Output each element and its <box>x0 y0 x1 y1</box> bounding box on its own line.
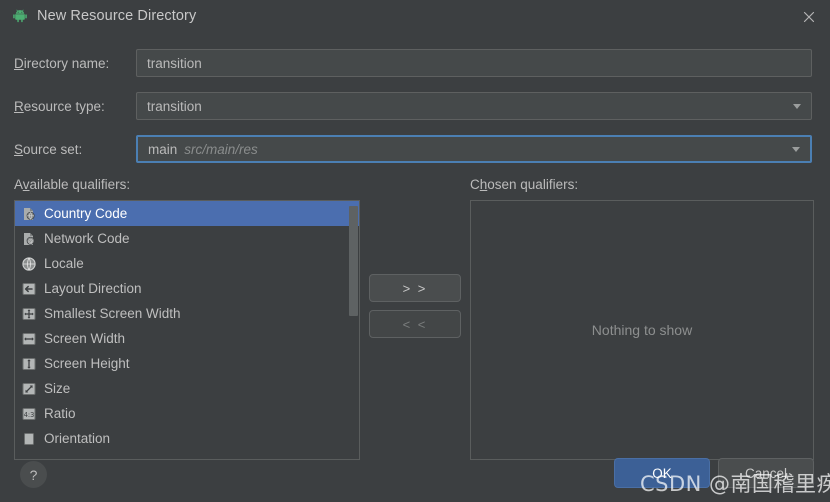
size-icon <box>21 381 37 397</box>
source-set-row: Source set: main src/main/res <box>0 134 830 164</box>
android-robot-icon <box>12 8 28 24</box>
resource-type-row: Resource type: transition <box>0 91 830 121</box>
chosen-qualifiers-label: Chosen qualifiers: <box>470 177 579 192</box>
qualifier-label: Locale <box>44 256 84 271</box>
close-icon[interactable] <box>798 6 820 28</box>
qualifier-label: Smallest Screen Width <box>44 306 181 321</box>
smallest-screen-width-icon <box>21 306 37 322</box>
available-qualifiers-list[interactable]: Country Code @ Network Code Locale Layout Di… <box>14 200 360 460</box>
chosen-qualifiers-panel[interactable]: Nothing to show <box>470 200 814 460</box>
qualifier-list-item[interactable]: Country Code <box>15 201 359 226</box>
qualifier-label: Network Code <box>44 231 130 246</box>
qualifier-label: Screen Width <box>44 331 126 346</box>
source-set-value: main <box>148 141 178 157</box>
qualifier-list-item[interactable]: Orientation <box>15 426 359 451</box>
qualifier-label: Ratio <box>44 406 76 421</box>
locale-globe-icon <box>21 256 37 272</box>
chevron-down-icon <box>792 147 800 152</box>
title-bar: New Resource Directory <box>0 0 830 32</box>
qualifier-label: Size <box>44 381 71 396</box>
available-list-scrollbar[interactable] <box>349 202 358 459</box>
qualifier-label: Country Code <box>44 206 128 221</box>
screen-height-icon <box>21 356 37 372</box>
available-qualifiers-label: Available qualifiers: <box>14 177 131 192</box>
network-code-icon: @ <box>21 231 37 247</box>
qualifier-list-item[interactable]: Smallest Screen Width <box>15 301 359 326</box>
qualifier-list-item[interactable]: Screen Width <box>15 326 359 351</box>
qualifier-list-item[interactable]: @ Network Code <box>15 226 359 251</box>
qualifier-label: Screen Height <box>44 356 130 371</box>
source-set-dropdown[interactable]: main src/main/res <box>136 135 812 163</box>
directory-name-input[interactable]: transition <box>136 49 812 77</box>
layout-direction-icon <box>21 281 37 297</box>
qualifier-label: Layout Direction <box>44 281 142 296</box>
scrollbar-thumb[interactable] <box>349 206 358 316</box>
directory-name-value: transition <box>147 55 202 71</box>
screen-width-icon <box>21 331 37 347</box>
window-title: New Resource Directory <box>37 8 197 24</box>
ok-button[interactable]: OK <box>614 458 710 488</box>
cancel-button[interactable]: Cancel <box>718 458 814 488</box>
orientation-icon <box>21 431 37 447</box>
remove-qualifier-button[interactable]: < < <box>369 310 461 338</box>
empty-state-text: Nothing to show <box>591 322 693 338</box>
qualifier-list-item[interactable]: Layout Direction <box>15 276 359 301</box>
qualifier-list-item[interactable]: 4:3 Ratio <box>15 401 359 426</box>
qualifier-list-item[interactable]: Locale <box>15 251 359 276</box>
help-button[interactable]: ? <box>20 461 47 488</box>
svg-text:4:3: 4:3 <box>24 411 35 419</box>
resource-type-label: Resource type: <box>14 98 105 114</box>
source-set-label: Source set: <box>14 141 83 157</box>
chevron-down-icon <box>793 104 801 109</box>
add-qualifier-button[interactable]: > > <box>369 274 461 302</box>
qualifier-label: Orientation <box>44 431 111 446</box>
svg-text:@: @ <box>28 239 33 245</box>
resource-type-dropdown[interactable]: transition <box>136 92 812 120</box>
ratio-icon: 4:3 <box>21 406 37 422</box>
country-code-icon <box>21 206 37 222</box>
qualifier-list-item[interactable]: Screen Height <box>15 351 359 376</box>
directory-name-row: Directory name: transition <box>0 48 830 78</box>
directory-name-label: Directory name: <box>14 55 110 71</box>
source-set-path: src/main/res <box>184 141 258 157</box>
qualifier-list-item[interactable]: Size <box>15 376 359 401</box>
resource-type-value: transition <box>147 98 202 114</box>
